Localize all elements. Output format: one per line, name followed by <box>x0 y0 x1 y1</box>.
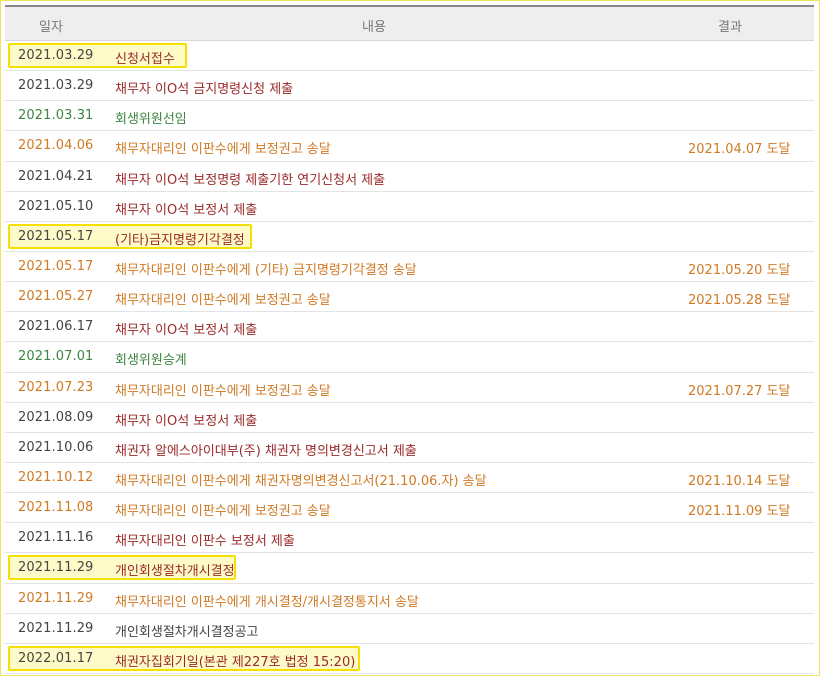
header-content: 내용 <box>362 20 386 35</box>
row-content: 채무자대리인 이판수에게 채권자명의변경신고서(21.10.06.자) 송달 <box>115 473 487 489</box>
row-content: 채무자대리인 이판수에게 개시결정/개시결정통지서 송달 <box>115 594 419 610</box>
row-content: 채무자대리인 이판수에게 보정권고 송달 <box>115 293 331 309</box>
row-date: 2021.03.31 <box>18 108 94 124</box>
case-progress-table: 일자 내용 결과 2021.03.29 신청서접수 2021.03.29 채무자 이O… <box>5 5 814 674</box>
row-content: 회생위원승계 <box>115 353 187 369</box>
row-date: 2021.03.29 <box>18 78 94 94</box>
row-date: 2021.11.16 <box>18 530 94 546</box>
row-date: 2021.07.23 <box>18 379 94 395</box>
row-date: 2021.11.29 <box>18 620 94 636</box>
table-row: 2021.04.06 채무자대리인 이판수에게 보정권고 송달 2021.04.07… <box>5 131 814 162</box>
row-result: 2021.11.09 도달 <box>688 504 791 520</box>
row-date: 2021.05.17 <box>18 258 94 274</box>
table-row: 2021.07.01 회생위원승계 <box>5 342 814 373</box>
row-result: 2021.04.07 도달 <box>688 142 791 158</box>
row-content: 개인회생절차개시결정 <box>115 564 235 580</box>
table-row: 2021.11.29 채무자대리인 이판수에게 개시결정/개시결정통지서 송달 <box>5 584 814 614</box>
table-body: 2021.03.29 신청서접수 2021.03.29 채무자 이O석 금지명령신청 … <box>5 41 814 674</box>
row-date: 2021.11.29 <box>18 590 94 606</box>
row-date: 2021.04.21 <box>18 168 94 184</box>
row-date: 2021.05.17 <box>18 228 94 244</box>
table-row: 2021.11.29 개인회생절차개시결정공고 <box>5 614 814 644</box>
row-date: 2021.08.09 <box>18 409 94 425</box>
table-row: 2021.10.12 채무자대리인 이판수에게 채권자명의변경신고서(21.10.… <box>5 463 814 494</box>
table-row: 2021.11.29 개인회생절차개시결정 <box>5 553 814 584</box>
row-date: 2021.10.12 <box>18 469 94 485</box>
row-content: 채무자 이O석 금지명령신청 제출 <box>115 82 294 98</box>
row-content: 채무자대리인 이판수에게 보정권고 송달 <box>115 383 331 399</box>
row-result: 2021.10.14 도달 <box>688 473 791 489</box>
row-date: 2021.03.29 <box>18 48 94 63</box>
table-row: 2021.05.27 채무자대리인 이판수에게 보정권고 송달 2021.05.28… <box>5 282 814 313</box>
row-content: 신청서접수 <box>115 52 175 67</box>
row-result: 2021.05.28 도달 <box>688 293 791 309</box>
row-date: 2021.04.06 <box>18 138 94 154</box>
header-result: 결과 <box>718 20 742 35</box>
row-result: 2021.07.27 도달 <box>688 383 791 399</box>
row-content: 채무자 이O석 보정서 제출 <box>115 413 258 429</box>
row-content: 채무자대리인 이판수에게 보정권고 송달 <box>115 504 331 520</box>
table-row: 2021.11.08 채무자대리인 이판수에게 보정권고 송달 2021.11.09… <box>5 493 814 524</box>
row-date: 2021.05.27 <box>18 289 94 305</box>
table-row: 2021.03.29 신청서접수 <box>5 41 814 72</box>
table-row: 2021.06.17 채무자 이O석 보정서 제출 <box>5 312 814 343</box>
table-row: 2021.11.16 채무자대리인 이판수 보정서 제출 <box>5 523 814 554</box>
row-content: 채무자 이O석 보정서 제출 <box>115 202 258 218</box>
table-row: 2021.10.06 채권자 알에스아이대부(주) 채권자 명의변경신고서 제출 <box>5 433 814 463</box>
row-content: (기타)금지명령기각결정 <box>115 232 245 248</box>
row-content: 채권자집회기일(본관 제227호 법정 15:20) <box>115 654 356 670</box>
row-date: 2021.06.17 <box>18 319 94 335</box>
table-row: 2021.03.29 채무자 이O석 금지명령신청 제출 <box>5 71 814 102</box>
row-content: 채무자대리인 이판수에게 보정권고 송달 <box>115 142 331 158</box>
row-content: 회생위원선임 <box>115 112 187 128</box>
row-content: 채무자대리인 이판수에게 (기타) 금지명령기각결정 송달 <box>115 262 417 278</box>
row-result: 2021.05.20 도달 <box>688 262 791 278</box>
table-row: 2021.08.09 채무자 이O석 보정서 제출 <box>5 403 814 433</box>
header-date: 일자 <box>39 20 63 35</box>
row-content: 채무자대리인 이판수 보정서 제출 <box>115 534 295 550</box>
table-row: 2021.07.23 채무자대리인 이판수에게 보정권고 송달 2021.07.27… <box>5 373 814 403</box>
table-row: 2021.05.17 채무자대리인 이판수에게 (기타) 금지명령기각결정 송달 2… <box>5 252 814 283</box>
row-content: 채권자 알에스아이대부(주) 채권자 명의변경신고서 제출 <box>115 443 417 459</box>
row-date: 2021.10.06 <box>18 439 94 455</box>
table-row: 2021.05.17 (기타)금지명령기각결정 <box>5 222 814 252</box>
table-row: 2022.01.17 채권자집회기일(본관 제227호 법정 15:20) <box>5 644 814 674</box>
table-header: 일자 내용 결과 <box>5 5 814 41</box>
row-date: 2021.11.08 <box>18 500 94 516</box>
row-content: 개인회생절차개시결정공고 <box>115 624 259 640</box>
table-row: 2021.05.10 채무자 이O석 보정서 제출 <box>5 192 814 222</box>
table-row: 2021.04.21 채무자 이O석 보정명령 제출기한 연기신청서 제출 <box>5 162 814 192</box>
row-date: 2022.01.17 <box>18 650 94 666</box>
row-date: 2021.05.10 <box>18 198 94 214</box>
row-content: 채무자 이O석 보정명령 제출기한 연기신청서 제출 <box>115 172 386 188</box>
table-row: 2021.03.31 회생위원선임 <box>5 101 814 132</box>
row-date: 2021.11.29 <box>18 560 94 576</box>
row-date: 2021.07.01 <box>18 349 94 365</box>
row-content: 채무자 이O석 보정서 제출 <box>115 323 258 339</box>
